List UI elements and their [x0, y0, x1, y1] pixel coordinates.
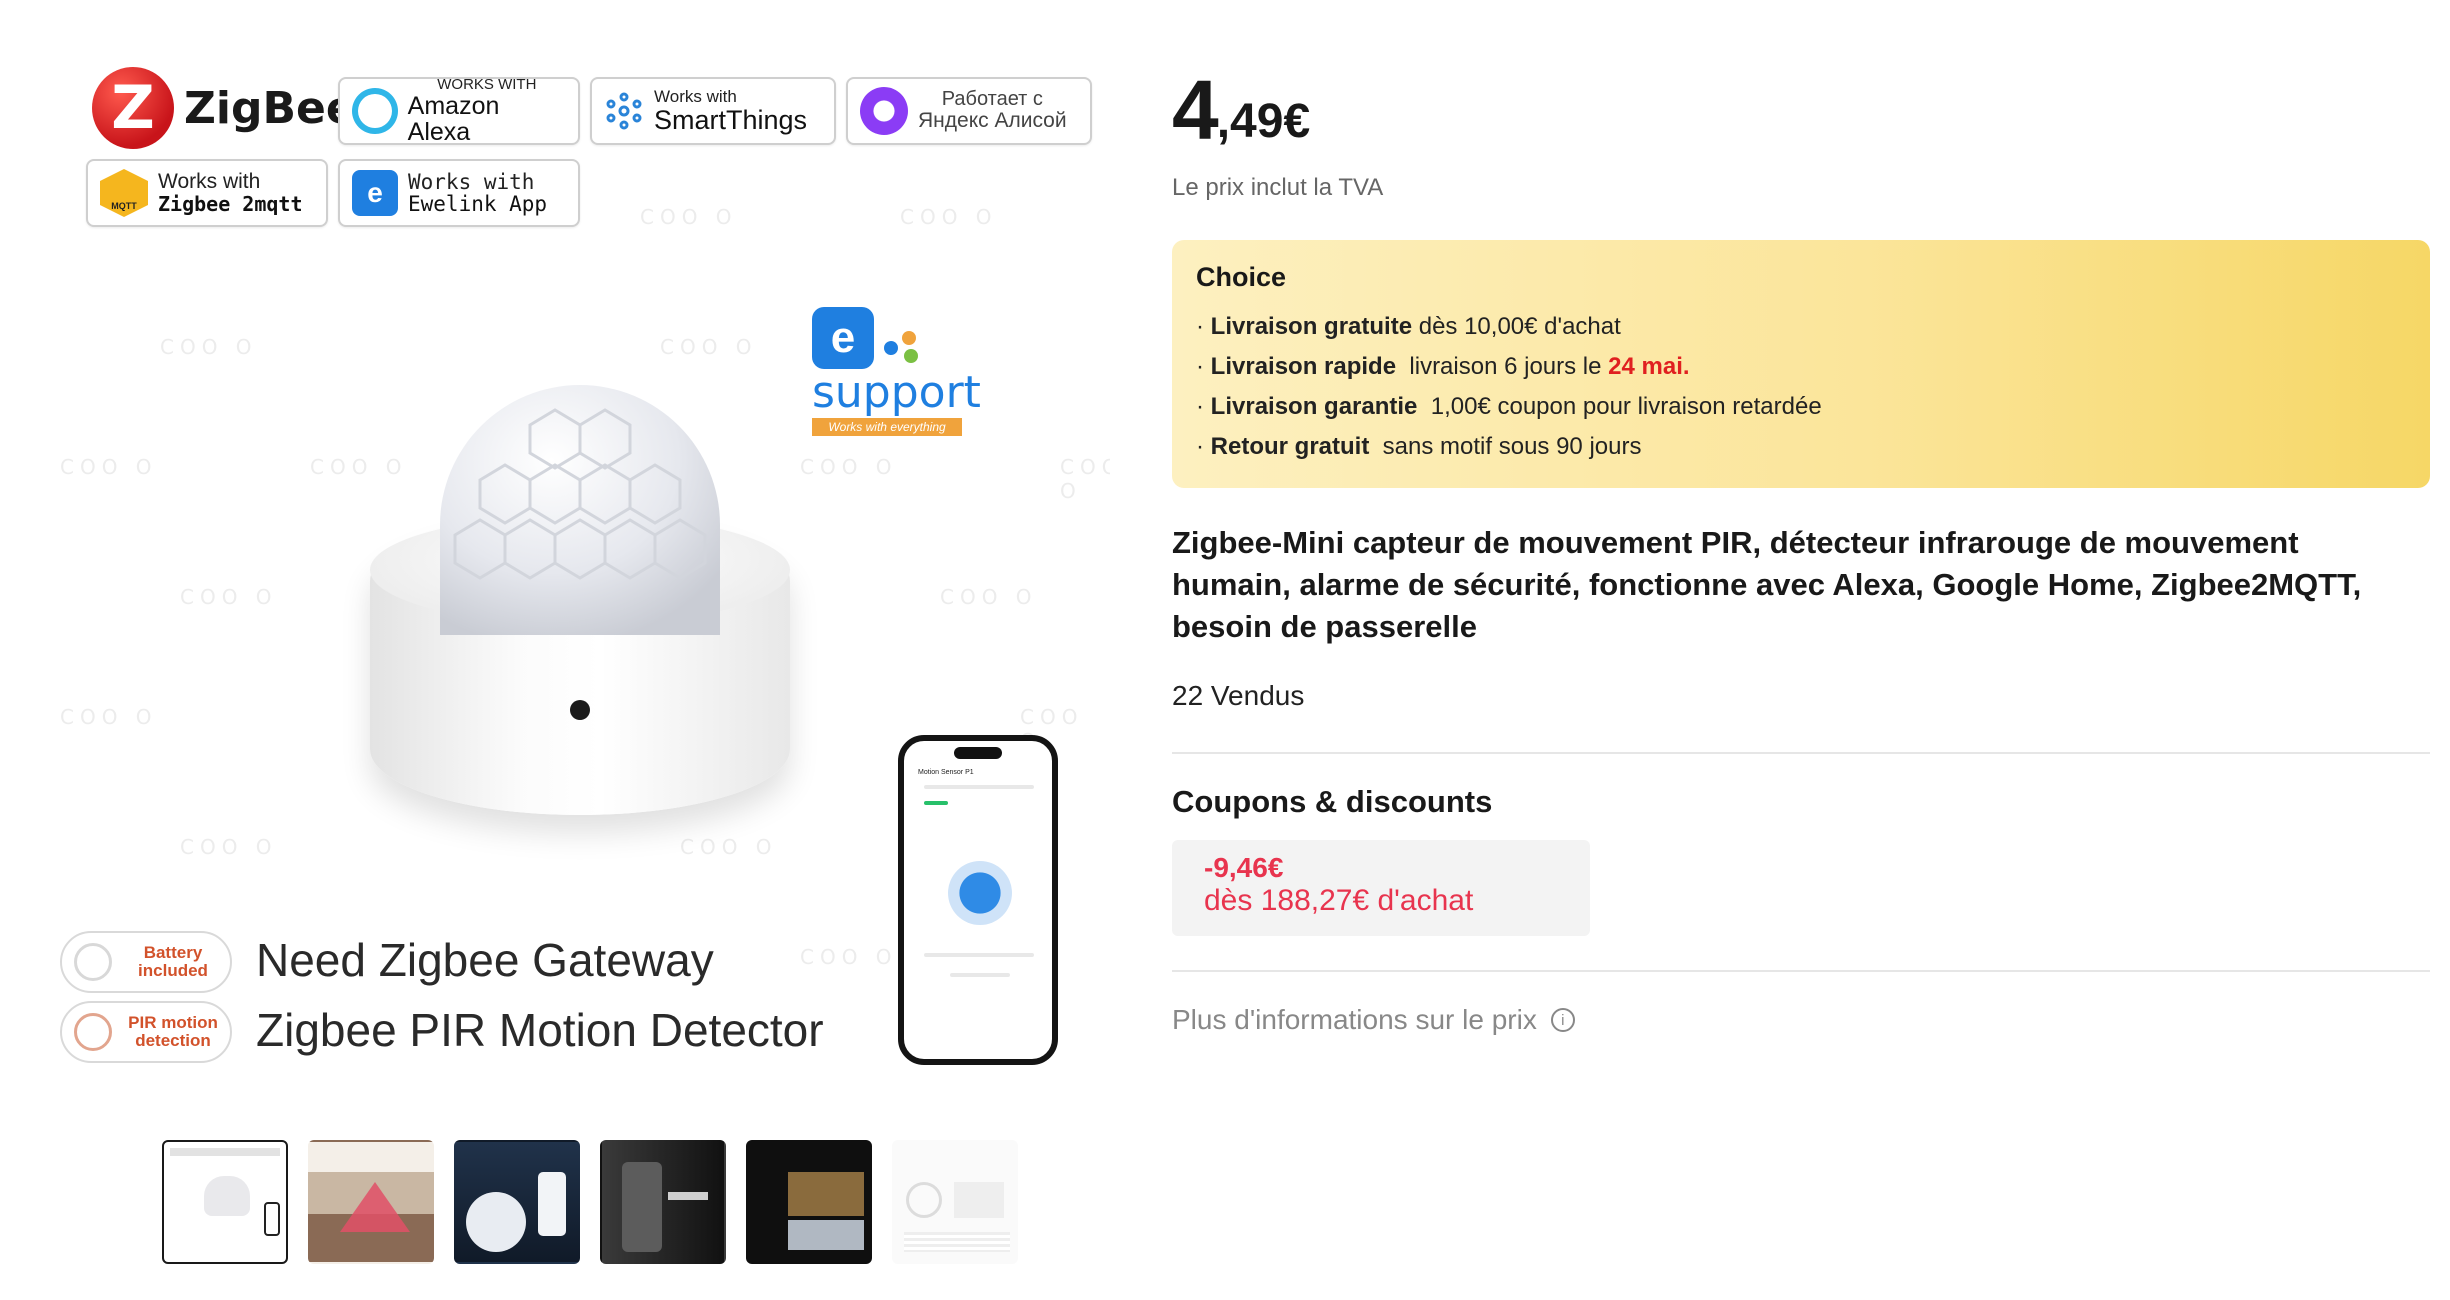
choice-row-free-shipping: · Livraison gratuite dès 10,00€ d'achat — [1196, 313, 1621, 340]
phone-line — [924, 785, 1034, 789]
phone-app-illustration: Motion Sensor P1 — [898, 735, 1058, 1065]
thumbnail-2[interactable] — [308, 1140, 434, 1264]
thumbnail-6[interactable] — [892, 1140, 1018, 1264]
coupon-card[interactable]: -9,46€ dès 188,27€ d'achat — [1172, 840, 1590, 936]
choice-row-text: dès 10,00€ d'achat — [1412, 313, 1621, 340]
delivery-date: 24 mai. — [1608, 353, 1690, 380]
phone-line — [924, 953, 1034, 957]
feature-pir-pill: PIR motion detection — [60, 1001, 232, 1063]
battery-icon — [74, 943, 112, 981]
coupons-title: Coupons & discounts — [1172, 784, 1493, 819]
choice-row-label: Livraison gratuite — [1210, 313, 1413, 340]
choice-row-text: 1,00€ coupon pour livraison retardée — [1417, 393, 1822, 420]
ewelink-tagline: Works with everything — [812, 418, 962, 436]
watermark: COO O — [180, 835, 278, 859]
badge-label: Яндекс Алисой — [918, 109, 1067, 133]
choice-title: Choice — [1196, 262, 1287, 292]
ewelink-support-text: support — [812, 367, 981, 418]
divider — [1172, 752, 2430, 754]
phone-app-title: Motion Sensor P1 — [918, 769, 974, 776]
choice-row-text: sans motif sous 90 jours — [1369, 433, 1642, 460]
alexa-icon — [352, 88, 398, 134]
watermark: COO O — [660, 335, 758, 359]
badge-label: Works with — [654, 86, 737, 106]
badge-yandex-alice: Работает с Яндекс Алисой — [846, 77, 1092, 145]
zigbee-wordmark: ZigBee — [184, 82, 356, 134]
thumbnail-1[interactable] — [162, 1140, 288, 1264]
phone-line — [950, 973, 1010, 977]
phone-status-indicator — [924, 801, 948, 805]
zigbee-logo: Z ZigBee — [92, 67, 356, 149]
watermark: COO O — [800, 945, 898, 969]
badge-label: WORKS WITH — [437, 75, 537, 93]
feature-pill-label: PIR motion detection — [128, 1013, 218, 1050]
phone-motion-icon — [948, 861, 1012, 925]
main-product-image[interactable]: COO O COO O COO O COO O COO O COO O COO … — [60, 55, 1110, 1095]
watermark: COO O — [800, 455, 898, 479]
motion-person-icon — [74, 1013, 112, 1051]
watermark: COO O — [900, 205, 998, 229]
info-icon[interactable]: i — [1550, 1008, 1575, 1032]
badge-label: SmartThings — [654, 104, 808, 135]
thumbnail-5[interactable] — [746, 1140, 872, 1264]
watermark: COO O — [60, 455, 158, 479]
watermark: COO O — [1060, 455, 1110, 503]
badge-smartthings: Works with SmartThings — [590, 77, 836, 145]
choice-row-label: Livraison garantie — [1210, 393, 1418, 420]
choice-row-free-return: · Retour gratuit sans motif sous 90 jour… — [1196, 433, 1642, 460]
coupon-condition: dès 188,27€ d'achat — [1204, 884, 1474, 917]
price: 4 ,49€ — [1172, 68, 1310, 152]
price-decimal: ,49€ — [1216, 95, 1311, 148]
thumbnail-3[interactable] — [454, 1140, 580, 1264]
feature-line-gateway: Need Zigbee Gateway — [256, 934, 714, 986]
coupon-amount: -9,46€ — [1204, 852, 1284, 883]
badge-label: Ewelink App — [408, 192, 548, 216]
more-price-info-link[interactable]: Plus d'informations sur le prix i — [1172, 1004, 1575, 1036]
badge-label: Works with — [158, 170, 261, 194]
smartthings-icon — [606, 92, 642, 130]
watermark: COO O — [160, 335, 258, 359]
watermark: COO O — [180, 585, 278, 609]
feature-battery-pill: Battery included — [60, 931, 232, 993]
ewelink-e-icon: e — [812, 307, 874, 369]
more-price-info-label: Plus d'informations sur le prix — [1172, 1004, 1537, 1035]
thumbnail-strip — [162, 1140, 1018, 1264]
watermark: COO O — [640, 205, 738, 229]
choice-row-label: Livraison rapide — [1210, 353, 1397, 380]
thumbnail-4[interactable] — [600, 1140, 726, 1264]
choice-row-label: Retour gratuit — [1210, 433, 1370, 460]
choice-benefits-box[interactable]: Choice · Livraison gratuite dès 10,00€ d… — [1172, 240, 2430, 488]
badge-zigbee2mqtt: MQTT Works with Zigbee 2mqtt — [86, 159, 328, 227]
price-integer: 4 — [1172, 63, 1219, 157]
choice-row-fast-shipping: · Livraison rapide livraison 6 jours le … — [1196, 353, 1690, 380]
sensor-dome — [440, 385, 720, 635]
zigbee2mqtt-icon: MQTT — [100, 169, 148, 217]
zigbee-icon: Z — [92, 67, 174, 149]
badge-label: Works with — [408, 169, 535, 194]
feature-pill-label: Battery included — [138, 943, 208, 980]
badge-label: Zigbee 2mqtt — [158, 191, 303, 216]
alice-icon — [860, 87, 908, 135]
sensor-light-hole — [570, 700, 590, 720]
badge-amazon-alexa: WORKS WITH Amazon Alexa — [338, 77, 580, 145]
watermark: COO O — [940, 585, 1038, 609]
ewelink-icon: e — [352, 170, 398, 216]
vat-note: Le prix inclut la TVA — [1172, 174, 1384, 201]
product-title: Zigbee-Mini capteur de mouvement PIR, dé… — [1172, 525, 2362, 644]
watermark: COO O — [60, 705, 158, 729]
badge-label: Amazon Alexa — [407, 91, 500, 146]
feature-line-detector: Zigbee PIR Motion Detector — [256, 1004, 824, 1056]
phone-notch — [954, 747, 1002, 759]
sold-count: 22 Vendus — [1172, 680, 1305, 711]
ewelink-support-logo: e support Works with everything — [812, 307, 981, 436]
choice-row-text: livraison 6 jours le — [1396, 353, 1609, 380]
badge-ewelink: e Works with Ewelink App — [338, 159, 580, 227]
choice-row-guaranteed-shipping: · Livraison garantie 1,00€ coupon pour l… — [1196, 393, 1822, 420]
motion-sensor-device — [370, 375, 790, 855]
badge-label: Работает с — [941, 88, 1043, 111]
divider — [1172, 970, 2430, 972]
